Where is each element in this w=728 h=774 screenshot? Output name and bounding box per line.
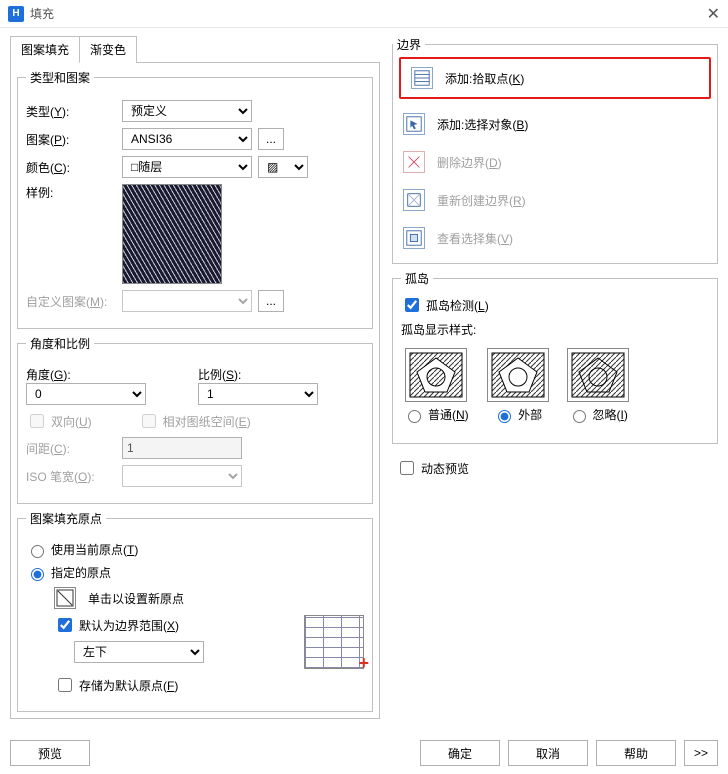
expand-button[interactable]: >> — [684, 740, 718, 766]
specified-origin-radio[interactable]: 指定的原点 — [26, 564, 111, 581]
preview-button[interactable]: 预览 — [10, 740, 90, 766]
group-island: 孤岛 孤岛检测(L) 孤岛显示样式: 普通(N — [392, 270, 718, 444]
island-outer-preview[interactable] — [487, 348, 549, 402]
click-set-origin-label: 单击以设置新原点 — [88, 590, 184, 607]
recreate-boundary-label: 重新创建边界(R) — [437, 192, 526, 209]
spacing-label: 间距(C): — [26, 440, 116, 457]
titlebar: H 填充 ✕ — [0, 0, 728, 28]
iso-pen-label: ISO 笔宽(O): — [26, 468, 116, 485]
pattern-more-button[interactable]: ... — [258, 128, 284, 150]
pick-point-icon — [411, 67, 433, 89]
dynamic-preview-checkbox[interactable]: 动态预览 — [396, 458, 714, 478]
type-label: 类型(Y): — [26, 103, 116, 120]
add-pick-label: 添加:拾取点(K) — [445, 70, 524, 87]
legend-island: 孤岛 — [401, 270, 433, 287]
color-aux-select[interactable]: ▨ — [258, 156, 308, 178]
store-default-origin-checkbox[interactable]: 存储为默认原点(F) — [54, 675, 178, 695]
custom-pattern-label: 自定义图案(M): — [26, 293, 116, 310]
scale-select[interactable]: 1 — [198, 383, 318, 405]
remove-boundary-button: 删除边界(D) — [393, 143, 717, 181]
recreate-boundary-button: 重新创建边界(R) — [393, 181, 717, 219]
scale-label: 比例(S): — [198, 366, 364, 383]
rel-paper-checkbox: 相对图纸空间(E) — [138, 411, 251, 431]
island-ignore-radio[interactable]: 忽略(I) — [568, 406, 628, 423]
tab-hatch[interactable]: 图案填充 — [11, 37, 80, 63]
remove-boundary-label: 删除边界(D) — [437, 154, 502, 171]
help-button[interactable]: 帮助 — [596, 740, 676, 766]
app-icon: H — [8, 6, 24, 22]
custom-pattern-select — [122, 290, 252, 312]
island-display-style-label: 孤岛显示样式: — [401, 321, 709, 338]
color-label: 颜色(C): — [26, 159, 116, 176]
pattern-label: 图案(P): — [26, 131, 116, 148]
color-select[interactable]: □随层 — [122, 156, 252, 178]
legend-origin: 图案填充原点 — [26, 510, 106, 527]
double-checkbox: 双向(U) — [26, 411, 92, 431]
view-selection-icon — [403, 227, 425, 249]
group-origin: 图案填充原点 使用当前原点(T) 指定的原点 单击以设置新原点 — [17, 510, 373, 712]
angle-select[interactable]: 0 — [26, 383, 146, 405]
island-ignore-preview[interactable] — [567, 348, 629, 402]
ok-button[interactable]: 确定 — [420, 740, 500, 766]
legend-boundary: 边界 — [393, 36, 425, 53]
group-angle-scale: 角度和比例 角度(G): 0 比例(S): 1 双向(U) — [17, 335, 373, 504]
add-select-label: 添加:选择对象(B) — [437, 116, 528, 133]
island-outer-radio[interactable]: 外部 — [493, 406, 542, 423]
group-type-pattern: 类型和图案 类型(Y): 预定义 图案(P): ANSI36 ... 颜色(C)… — [17, 69, 373, 329]
view-selection-button: 查看选择集(V) — [393, 219, 717, 257]
set-origin-icon[interactable] — [54, 587, 76, 609]
add-pick-points-button[interactable]: 添加:拾取点(K) — [399, 57, 711, 99]
legend-angle-scale: 角度和比例 — [26, 335, 94, 352]
window-title: 填充 — [30, 5, 54, 22]
default-extents-checkbox[interactable]: 默认为边界范围(X) — [54, 615, 298, 635]
origin-preview — [304, 615, 364, 669]
cancel-button[interactable]: 取消 — [508, 740, 588, 766]
pattern-select[interactable]: ANSI36 — [122, 128, 252, 150]
tab-gradient[interactable]: 渐变色 — [80, 37, 136, 63]
close-icon[interactable]: ✕ — [707, 4, 720, 24]
angle-label: 角度(G): — [26, 366, 192, 383]
recreate-boundary-icon — [403, 189, 425, 211]
island-normal-preview[interactable] — [405, 348, 467, 402]
island-detection-checkbox[interactable]: 孤岛检测(L) — [401, 295, 709, 315]
type-select[interactable]: 预定义 — [122, 100, 252, 122]
spacing-input — [122, 437, 242, 459]
custom-pattern-more-button[interactable]: ... — [258, 290, 284, 312]
group-boundary: 边界 添加:拾取点(K) 添加:选择对象(B) — [392, 36, 718, 264]
pattern-swatch[interactable] — [122, 184, 222, 284]
select-objects-icon — [403, 113, 425, 135]
add-select-objects-button[interactable]: 添加:选择对象(B) — [393, 105, 717, 143]
legend-type-pattern: 类型和图案 — [26, 69, 94, 86]
iso-pen-select — [122, 465, 242, 487]
tabs: 图案填充 渐变色 — [10, 36, 137, 63]
view-selection-label: 查看选择集(V) — [437, 230, 513, 247]
origin-pos-select[interactable]: 左下 — [74, 641, 204, 663]
remove-boundary-icon — [403, 151, 425, 173]
sample-label: 样例: — [26, 184, 116, 201]
use-current-origin-radio[interactable]: 使用当前原点(T) — [26, 541, 138, 558]
island-normal-radio[interactable]: 普通(N) — [403, 406, 469, 423]
